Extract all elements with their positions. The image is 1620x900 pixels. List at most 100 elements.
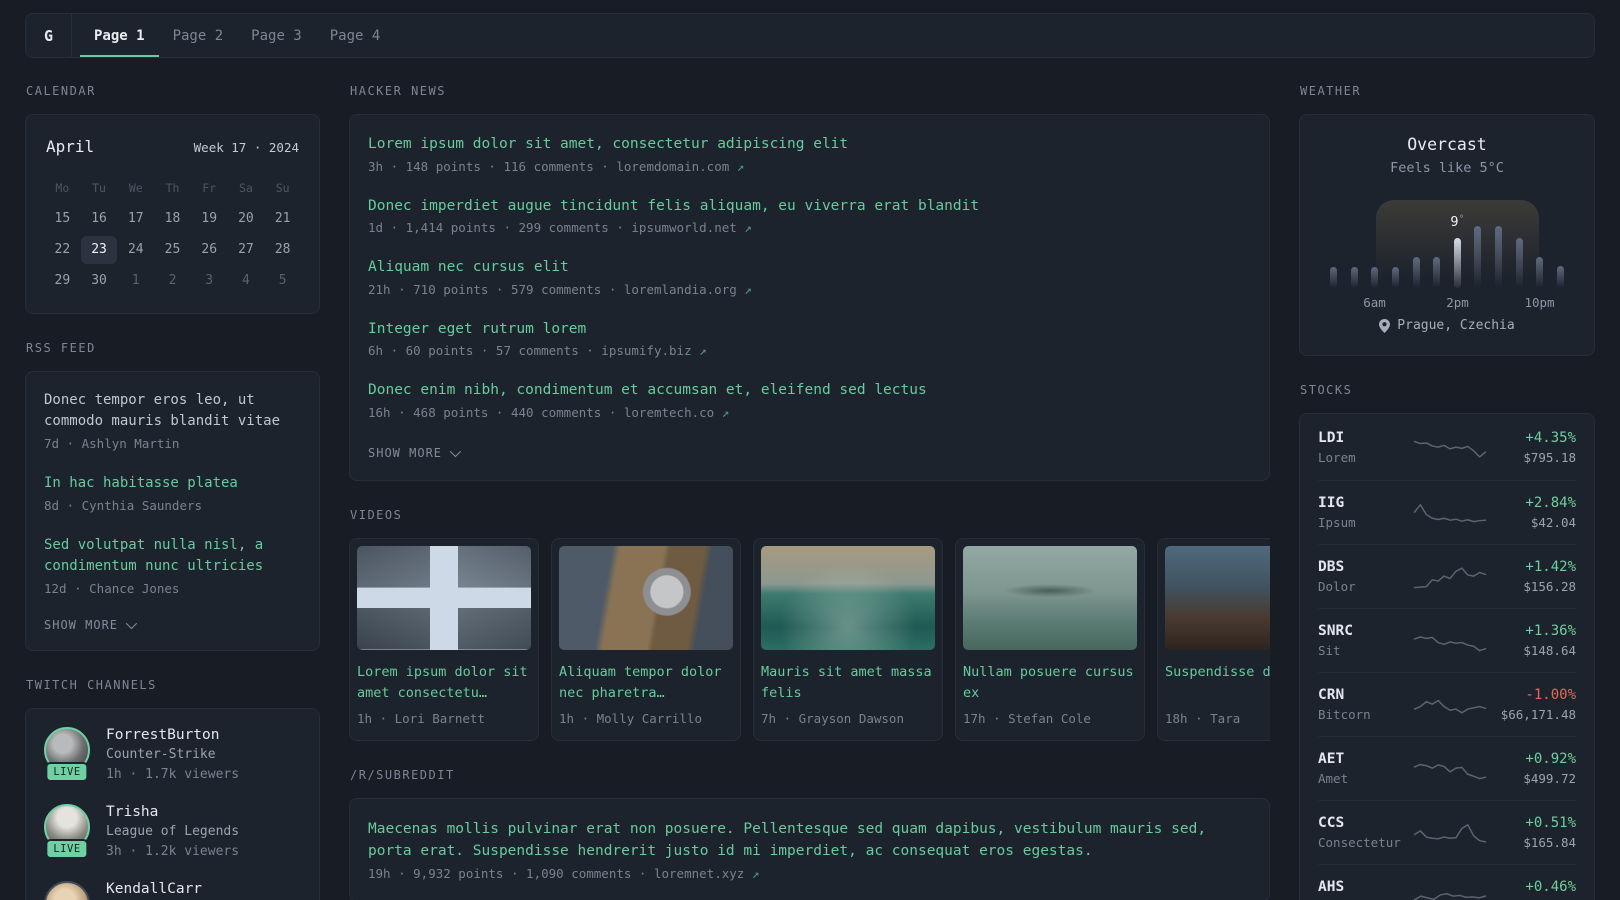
hn-item-meta: 16h · 468 points · 440 comments · loremt…	[368, 405, 1251, 420]
hn-domain-link[interactable]: loremtech.co	[624, 405, 714, 420]
video-title[interactable]: Lorem ipsum dolor sit amet consectetu…	[357, 662, 531, 704]
hn-domain-link[interactable]: loremlandia.org	[624, 282, 737, 297]
video-card[interactable]: Mauris sit amet massa felis 7h · Grayson…	[753, 537, 943, 741]
weather-hourly-chart: 9° 6am 2pm 10pm	[1322, 200, 1572, 310]
hn-domain-link[interactable]: loremdomain.com	[616, 159, 729, 174]
video-thumbnail[interactable]	[963, 545, 1137, 650]
video-title[interactable]: Aliquam tempor dolor nec pharetra…	[559, 662, 733, 704]
twitch-channel-row: LIVE Trisha League of Legends 3h · 1.2k …	[44, 804, 301, 861]
stock-row[interactable]: IIG Ipsum +2.84% $42.04	[1318, 480, 1576, 544]
weather-card: Overcast Feels like 5°C 9° 6am 2pm 10pm Pra…	[1299, 114, 1595, 356]
rss-item-title[interactable]: In hac habitasse platea	[44, 473, 301, 494]
stock-symbol: SNRC	[1318, 622, 1353, 639]
stock-row[interactable]: SNRC Sit +1.36% $148.64	[1318, 608, 1576, 672]
video-thumbnail[interactable]	[559, 545, 733, 650]
tab-page-2[interactable]: Page 2	[159, 14, 238, 57]
calendar-day: 15	[54, 211, 71, 226]
weather-bar	[1330, 267, 1337, 288]
stock-symbol: CCS	[1318, 814, 1345, 831]
weather-hour-label: 10pm	[1524, 295, 1555, 310]
channel-category[interactable]: League of Legends	[106, 824, 239, 841]
hn-show-more-button[interactable]: SHOW MORE	[368, 445, 1251, 460]
rss-show-more-button[interactable]: SHOW MORE	[44, 617, 301, 632]
stock-change: +0.46%	[1525, 878, 1576, 895]
rss-item-title[interactable]: Sed volutpat nulla nisl, a condimentum n…	[44, 535, 301, 577]
hn-meta-text: 21h · 710 points · 579 comments ·	[368, 281, 624, 297]
reddit-item-title[interactable]: Maecenas mollis pulvinar erat non posuer…	[368, 819, 1251, 863]
stock-name: Ipsum	[1318, 514, 1356, 530]
weather-bar	[1350, 267, 1358, 288]
hn-domain-link[interactable]: ipsumify.biz	[601, 343, 691, 358]
stock-row[interactable]: AHS +0.46%	[1318, 864, 1576, 900]
video-carousel: Lorem ipsum dolor sit amet consectetu… 1…	[349, 537, 1270, 741]
video-thumbnail[interactable]	[357, 545, 531, 650]
calendar-day: 3	[205, 273, 214, 288]
hn-item-title[interactable]: Lorem ipsum dolor sit amet, consectetur …	[368, 135, 1251, 155]
videos-widget: VIDEOS Lorem ipsum dolor sit amet consec…	[349, 508, 1270, 741]
reddit-item: Maecenas mollis pulvinar erat non posuer…	[368, 819, 1251, 882]
tab-page-1[interactable]: Page 1	[80, 14, 159, 57]
calendar-day: 24	[127, 242, 144, 257]
stock-name: Amet	[1318, 770, 1349, 786]
video-meta: 7h · Grayson Dawson	[761, 710, 904, 726]
channel-name[interactable]: ForrestBurton	[106, 727, 239, 743]
hn-item-title[interactable]: Aliquam nec cursus elit	[368, 258, 1251, 278]
stock-row[interactable]: DBS Dolor +1.42% $156.28	[1318, 544, 1576, 608]
live-badge: LIVE	[45, 839, 89, 859]
stock-symbol: IIG	[1318, 494, 1345, 511]
stock-name: Dolor	[1318, 578, 1356, 594]
stock-row[interactable]: LDI Lorem +4.35% $795.18	[1318, 416, 1576, 480]
calendar-week-year: Week 17 · 2024	[193, 140, 299, 155]
video-thumbnail[interactable]	[761, 545, 935, 650]
hn-item-title[interactable]: Integer eget rutrum lorem	[368, 320, 1251, 340]
section-label-weather: WEATHER	[1300, 84, 1362, 98]
video-card[interactable]: Aliquam tempor dolor nec pharetra… 1h · …	[551, 537, 741, 741]
calendar-widget: CALENDAR April Week 17 · 2024 Mo Tu We Th Fr…	[25, 84, 320, 314]
calendar-day: 17	[127, 211, 144, 226]
tab-page-4[interactable]: Page 4	[316, 14, 395, 57]
app-logo[interactable]: G	[26, 14, 72, 57]
channel-avatar[interactable]: LIVE	[44, 727, 90, 782]
video-title[interactable]: Mauris sit amet massa felis	[761, 662, 935, 704]
twitch-channel-row: LIVE ForrestBurton Counter-Strike 1h · 1…	[44, 727, 301, 784]
stocks-card: LDI Lorem +4.35% $795.18 IIG Ipsum +2.84% $4…	[1299, 413, 1595, 900]
stock-change: +1.36%	[1525, 622, 1576, 639]
channel-name[interactable]: Trisha	[106, 804, 239, 820]
stock-row[interactable]: AET Amet +0.92% $499.72	[1318, 736, 1576, 800]
weather-bar	[1536, 257, 1544, 288]
channel-avatar[interactable]: LIVE	[44, 804, 90, 859]
channel-name[interactable]: KendallCarr	[106, 881, 202, 897]
weather-bar	[1556, 266, 1564, 288]
video-card[interactable]: Suspendisse diam 18h · Tara	[1157, 537, 1270, 741]
rss-card: Donec tempor eros leo, ut commodo mauris…	[25, 371, 320, 651]
video-title[interactable]: Suspendisse diam	[1165, 662, 1270, 704]
weather-feels-like: Feels like 5°C	[1390, 160, 1504, 176]
rss-item-title[interactable]: Donec tempor eros leo, ut commodo mauris…	[44, 390, 301, 432]
video-card[interactable]: Lorem ipsum dolor sit amet consectetu… 1…	[349, 537, 539, 741]
video-meta: 1h · Molly Carrillo	[559, 710, 702, 726]
dashboard-page: G Page 1 Page 2 Page 3 Page 4 CALENDAR A…	[0, 0, 1620, 900]
channel-avatar[interactable]	[44, 881, 90, 900]
tab-page-3[interactable]: Page 3	[237, 14, 316, 57]
stock-sparkline	[1413, 881, 1487, 900]
video-card[interactable]: Nullam posuere cursus ex 17h · Stefan Co…	[955, 537, 1145, 741]
stock-row[interactable]: CRN Bitcorn -1.00% $66,171.48	[1318, 672, 1576, 736]
top-nav: G Page 1 Page 2 Page 3 Page 4	[25, 13, 1595, 58]
rss-item: Sed volutpat nulla nisl, a condimentum n…	[44, 535, 301, 596]
hn-item-title[interactable]: Donec enim nibh, condimentum et accumsan…	[368, 381, 1251, 401]
video-title[interactable]: Nullam posuere cursus ex	[963, 662, 1137, 704]
stock-sparkline	[1413, 497, 1487, 529]
calendar-day: 27	[238, 242, 254, 257]
stock-price: $148.64	[1523, 642, 1576, 658]
stock-name: Sit	[1318, 642, 1341, 658]
stock-change: +4.35%	[1525, 430, 1576, 446]
rss-item: In hac habitasse platea 8d · Cynthia Sau…	[44, 473, 301, 513]
stock-row[interactable]: CCS Consectetur +0.51% $165.84	[1318, 800, 1576, 864]
hn-domain-link[interactable]: ipsumworld.net	[631, 220, 736, 235]
reddit-domain-link[interactable]: loremnet.xyz	[654, 866, 744, 881]
calendar-day: 4	[242, 273, 250, 288]
hn-item-title[interactable]: Donec imperdiet augue tincidunt felis al…	[368, 197, 1251, 217]
hn-item-meta: 6h · 60 points · 57 comments · ipsumify.…	[368, 343, 1251, 358]
video-thumbnail[interactable]	[1165, 545, 1270, 650]
channel-category[interactable]: Counter-Strike	[106, 747, 239, 764]
